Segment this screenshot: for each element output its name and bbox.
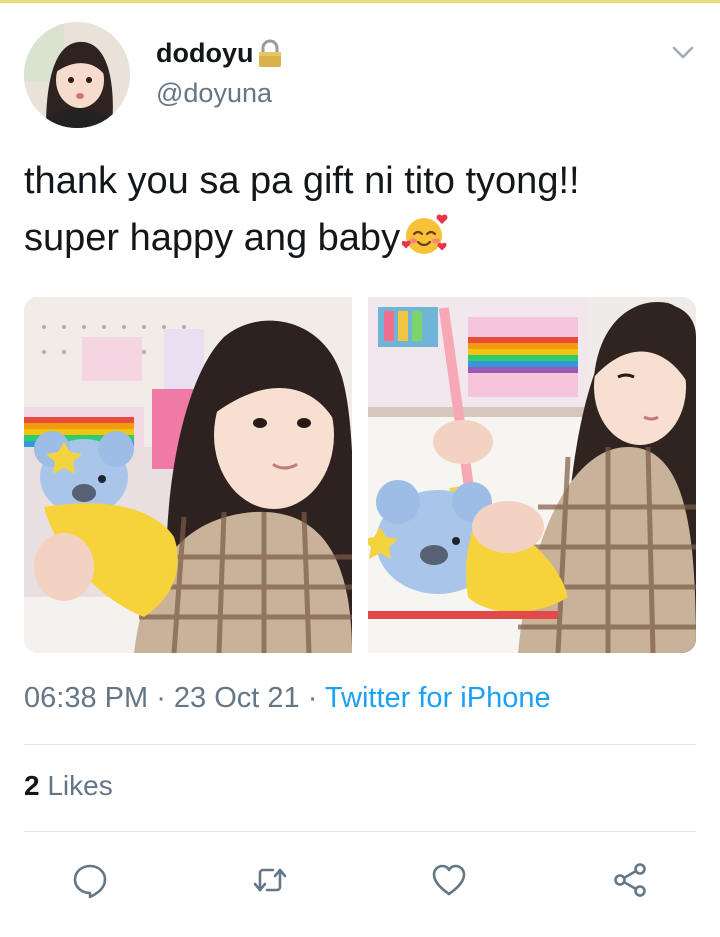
- top-edge-line: [0, 0, 720, 3]
- tweet-text: thank you sa pa gift ni tito tyong!! sup…: [24, 153, 696, 267]
- avatar[interactable]: [24, 22, 130, 128]
- likes-count: 2: [24, 770, 40, 801]
- media-grid: [24, 297, 696, 653]
- tweet-meta: 06:38 PM · 23 Oct 21 · Twitter for iPhon…: [24, 682, 551, 715]
- tweet-text-line-2-words: super happy ang baby: [24, 217, 401, 259]
- meta-separator-2: ·: [299, 682, 325, 714]
- tweet-text-line-1: thank you sa pa gift ni tito tyong!!: [24, 160, 580, 202]
- divider: [24, 744, 696, 745]
- tweet-header: dodoyu @doyuna: [24, 22, 696, 132]
- retweet-button[interactable]: [242, 852, 298, 908]
- tweet-text-line-2: super happy ang baby: [24, 210, 696, 267]
- chevron-down-icon[interactable]: [670, 42, 696, 62]
- display-name[interactable]: dodoyu: [156, 38, 253, 69]
- tweet-date: 23 Oct 21: [173, 682, 300, 714]
- comment-icon: [73, 864, 107, 899]
- reply-button[interactable]: [62, 852, 118, 908]
- meta-separator-1: ·: [148, 682, 174, 714]
- share-button[interactable]: [602, 852, 658, 908]
- photo-girl-with-pencil-and-koala-pouch[interactable]: [368, 297, 696, 653]
- smiling-face-with-hearts-icon: [402, 214, 448, 254]
- share-icon: [614, 863, 646, 897]
- retweet-icon: [253, 868, 287, 892]
- tweet-time: 06:38 PM: [24, 682, 149, 714]
- like-button[interactable]: [421, 852, 477, 908]
- tweet-source-link[interactable]: Twitter for iPhone: [325, 682, 551, 714]
- photo-girl-holding-koala-pouch[interactable]: [24, 297, 352, 653]
- name-row: dodoyu: [156, 38, 283, 69]
- likes-label: Likes: [39, 770, 113, 801]
- action-bar: [0, 852, 720, 908]
- lock-icon: [259, 39, 282, 67]
- user-handle[interactable]: @doyuna: [156, 78, 272, 109]
- likes-stat[interactable]: 2 Likes: [24, 770, 113, 802]
- heart-icon: [432, 864, 466, 896]
- divider: [24, 831, 696, 832]
